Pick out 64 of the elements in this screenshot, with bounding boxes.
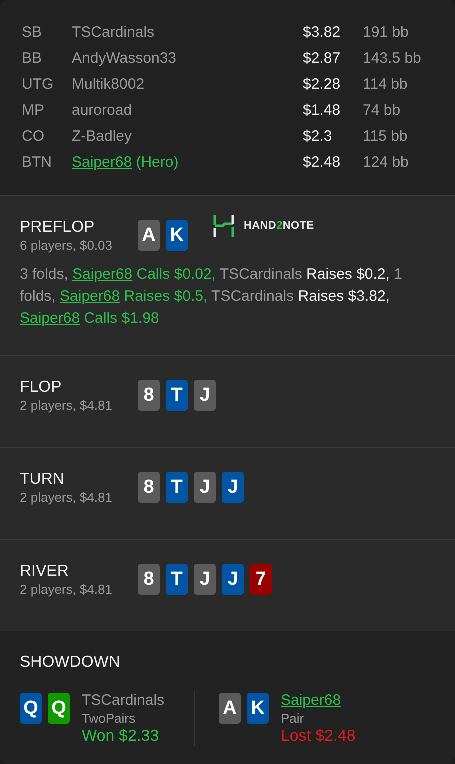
- player-link[interactable]: Saiper68: [72, 266, 133, 283]
- result-amount: Won $2.33: [82, 727, 160, 746]
- stack-amount: $3.82: [303, 23, 342, 43]
- stack-amount: $2.28: [303, 75, 342, 95]
- street-title: TURN: [20, 470, 66, 490]
- playing-card: T: [166, 564, 188, 595]
- logo-text: HAND2NOTE: [244, 220, 314, 232]
- street-info: 2 players, $4.81: [20, 490, 114, 506]
- position-label: SB: [22, 23, 44, 43]
- player-name: Saiper68 (Hero): [72, 153, 180, 173]
- position-label: MP: [22, 101, 46, 121]
- stack-amount: $2.3: [303, 127, 334, 147]
- playing-card: 8: [138, 380, 160, 411]
- big-blinds: 143.5 bb: [363, 49, 422, 69]
- position-label: BTN: [22, 153, 53, 173]
- player-link[interactable]: Saiper68: [20, 310, 80, 327]
- action-summary: 3 folds, Saiper68 Calls $0.02, TSCardinals Raises $0.2, 1 folds, Saiper68 Raises $0.5, TSCardinals Raises $3.82, Saiper68 Calls $1.98: [20, 265, 404, 329]
- playing-card: 8: [138, 472, 160, 503]
- hand-rank: TwoPairs: [82, 710, 136, 727]
- street-info: 2 players, $4.81: [20, 582, 114, 598]
- stack-amount: $1.48: [303, 101, 342, 121]
- playing-card: Q: [20, 693, 42, 724]
- big-blinds: 74 bb: [363, 101, 402, 121]
- playing-card: A: [219, 693, 241, 724]
- playing-card: A: [138, 220, 160, 251]
- position-label: UTG: [22, 75, 55, 95]
- player-name: auroroad: [72, 101, 134, 121]
- player-link[interactable]: Saiper68: [72, 154, 132, 171]
- section-title: SHOWDOWN: [20, 654, 120, 671]
- logo-icon: [212, 214, 236, 238]
- street-title: PREFLOP: [20, 218, 96, 238]
- playing-card: 7: [250, 564, 272, 595]
- playing-card: T: [166, 472, 188, 503]
- result-amount: Lost $2.48: [281, 727, 356, 746]
- playing-card: J: [222, 472, 244, 503]
- playing-card: Q: [48, 693, 70, 724]
- player-link[interactable]: Saiper68: [281, 691, 356, 710]
- big-blinds: 124 bb: [363, 153, 410, 173]
- playing-card: J: [222, 564, 244, 595]
- big-blinds: 115 bb: [363, 127, 409, 147]
- street-info: 6 players, $0.03: [20, 238, 114, 254]
- big-blinds: 191 bb: [363, 23, 410, 43]
- street-info: 2 players, $4.81: [20, 398, 114, 414]
- street-title: FLOP: [20, 378, 63, 398]
- playing-card: J: [194, 564, 216, 595]
- player-name: TSCardinals: [72, 23, 156, 43]
- playing-card: K: [247, 693, 269, 724]
- street-title: RIVER: [20, 562, 70, 582]
- playing-card: J: [194, 380, 216, 411]
- playing-card: J: [194, 472, 216, 503]
- stack-amount: $2.48: [303, 153, 342, 173]
- player-name: AndyWasson33: [72, 49, 178, 69]
- player-link[interactable]: Saiper68: [60, 288, 120, 305]
- big-blinds: 114 bb: [363, 75, 409, 95]
- player-name: Z-Badley: [72, 127, 134, 147]
- playing-card: 8: [138, 564, 160, 595]
- stack-amount: $2.87: [303, 49, 342, 69]
- position-label: BB: [22, 49, 44, 69]
- playing-card: K: [166, 220, 188, 251]
- playing-card: T: [166, 380, 188, 411]
- hand-rank: Pair: [281, 710, 306, 727]
- player-name: Multik8002: [72, 75, 146, 95]
- position-label: CO: [22, 127, 46, 147]
- player-name: TSCardinals: [82, 691, 165, 710]
